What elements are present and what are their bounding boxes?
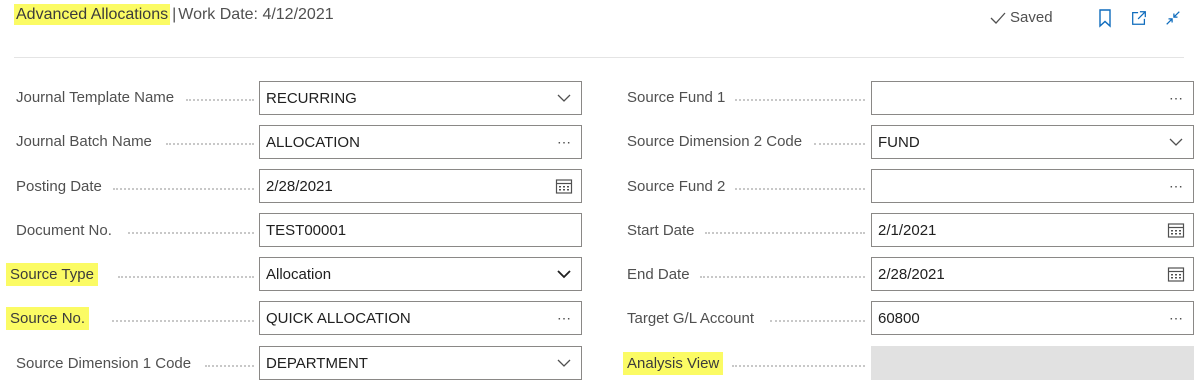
title-separator: | [172, 6, 177, 23]
source-fund-2-input[interactable]: ⋯ [871, 169, 1194, 203]
header-divider [14, 57, 1184, 58]
field-label: Source Fund 1 [627, 89, 726, 106]
leader-dots [814, 142, 865, 145]
posting-date-input[interactable]: 2/28/2021 [259, 169, 582, 203]
field-label: Analysis View [623, 352, 724, 375]
source-dimension-2-select[interactable]: FUND [871, 125, 1194, 159]
leader-dots [735, 98, 865, 101]
saved-status: Saved [989, 9, 1053, 26]
leader-dots [735, 187, 865, 190]
leader-dots [732, 364, 865, 367]
field-label: Source Fund 2 [627, 178, 726, 195]
field-value: QUICK ALLOCATION [266, 309, 411, 327]
chevron-down-icon[interactable] [1167, 134, 1185, 150]
field-label: Target G/L Account [627, 310, 755, 327]
field-value: 2/1/2021 [878, 221, 937, 239]
source-no-input[interactable]: QUICK ALLOCATION ⋯ [259, 301, 582, 335]
field-label: Document No. [16, 222, 112, 239]
field-value: TEST00001 [266, 221, 347, 239]
field-label: Source Type [6, 263, 98, 286]
field-label: Source Dimension 1 Code [16, 355, 192, 372]
field-label: Journal Template Name [16, 89, 175, 106]
work-date: Work Date: 4/12/2021 [178, 6, 334, 23]
field-value: 2/28/2021 [878, 265, 945, 283]
field-value: RECURRING [266, 89, 357, 107]
leader-dots [205, 364, 254, 367]
highlight: Source Type [6, 263, 98, 286]
page-title: Advanced Allocations [14, 4, 171, 25]
source-type-select[interactable]: Allocation [259, 257, 582, 291]
field-value: 60800 [878, 309, 920, 327]
field-value: 2/28/2021 [266, 177, 333, 195]
leader-dots [128, 231, 254, 234]
leader-dots [113, 187, 254, 190]
page-header: Advanced Allocations | Work Date: 4/12/202… [0, 0, 1198, 40]
checkmark-icon [990, 12, 1006, 24]
leader-dots [770, 319, 865, 322]
highlight: Source No. [6, 307, 90, 330]
analysis-view-input [871, 346, 1194, 380]
open-new-window-icon[interactable] [1130, 8, 1148, 28]
start-date-input[interactable]: 2/1/2021 [871, 213, 1194, 247]
field-label: Start Date [627, 222, 695, 239]
field-value: Allocation [266, 265, 332, 283]
field-label: Source Dimension 2 Code [627, 133, 803, 150]
calendar-icon[interactable] [555, 178, 573, 194]
chevron-down-icon[interactable] [555, 355, 573, 371]
end-date-input[interactable]: 2/28/2021 [871, 257, 1194, 291]
chevron-down-icon[interactable] [555, 90, 573, 106]
leader-dots [700, 275, 865, 278]
ellipsis-icon[interactable]: ⋯ [555, 310, 573, 326]
ellipsis-icon[interactable]: ⋯ [1167, 90, 1185, 106]
leader-dots [705, 231, 865, 234]
calendar-icon[interactable] [1167, 266, 1185, 282]
ellipsis-icon[interactable]: ⋯ [1167, 310, 1185, 326]
source-fund-1-input[interactable]: ⋯ [871, 81, 1194, 115]
target-gl-account-input[interactable]: 60800 ⋯ [871, 301, 1194, 335]
leader-dots [112, 319, 254, 322]
field-label: End Date [627, 266, 690, 283]
calendar-icon[interactable] [1167, 222, 1185, 238]
journal-batch-input[interactable]: ALLOCATION ⋯ [259, 125, 582, 159]
leader-dots [118, 275, 254, 278]
document-no-input[interactable]: TEST00001 [259, 213, 582, 247]
field-value: ALLOCATION [266, 133, 360, 151]
field-value: DEPARTMENT [266, 354, 368, 372]
ellipsis-icon[interactable]: ⋯ [555, 134, 573, 150]
source-dimension-1-select[interactable]: DEPARTMENT [259, 346, 582, 380]
field-label: Source No. [6, 307, 90, 330]
highlight: Analysis View [623, 352, 724, 375]
title-area: Advanced Allocations | Work Date: 4/12/202… [14, 4, 334, 25]
field-label: Journal Batch Name [16, 133, 152, 150]
ellipsis-icon[interactable]: ⋯ [1167, 178, 1185, 194]
field-label: Posting Date [16, 178, 102, 195]
leader-dots [186, 98, 254, 101]
journal-template-select[interactable]: RECURRING [259, 81, 582, 115]
field-value: FUND [878, 133, 920, 151]
bookmark-icon[interactable] [1096, 8, 1114, 28]
saved-label: Saved [1010, 9, 1053, 26]
collapse-icon[interactable] [1164, 8, 1182, 28]
leader-dots [166, 142, 254, 145]
chevron-down-icon[interactable] [555, 266, 573, 282]
